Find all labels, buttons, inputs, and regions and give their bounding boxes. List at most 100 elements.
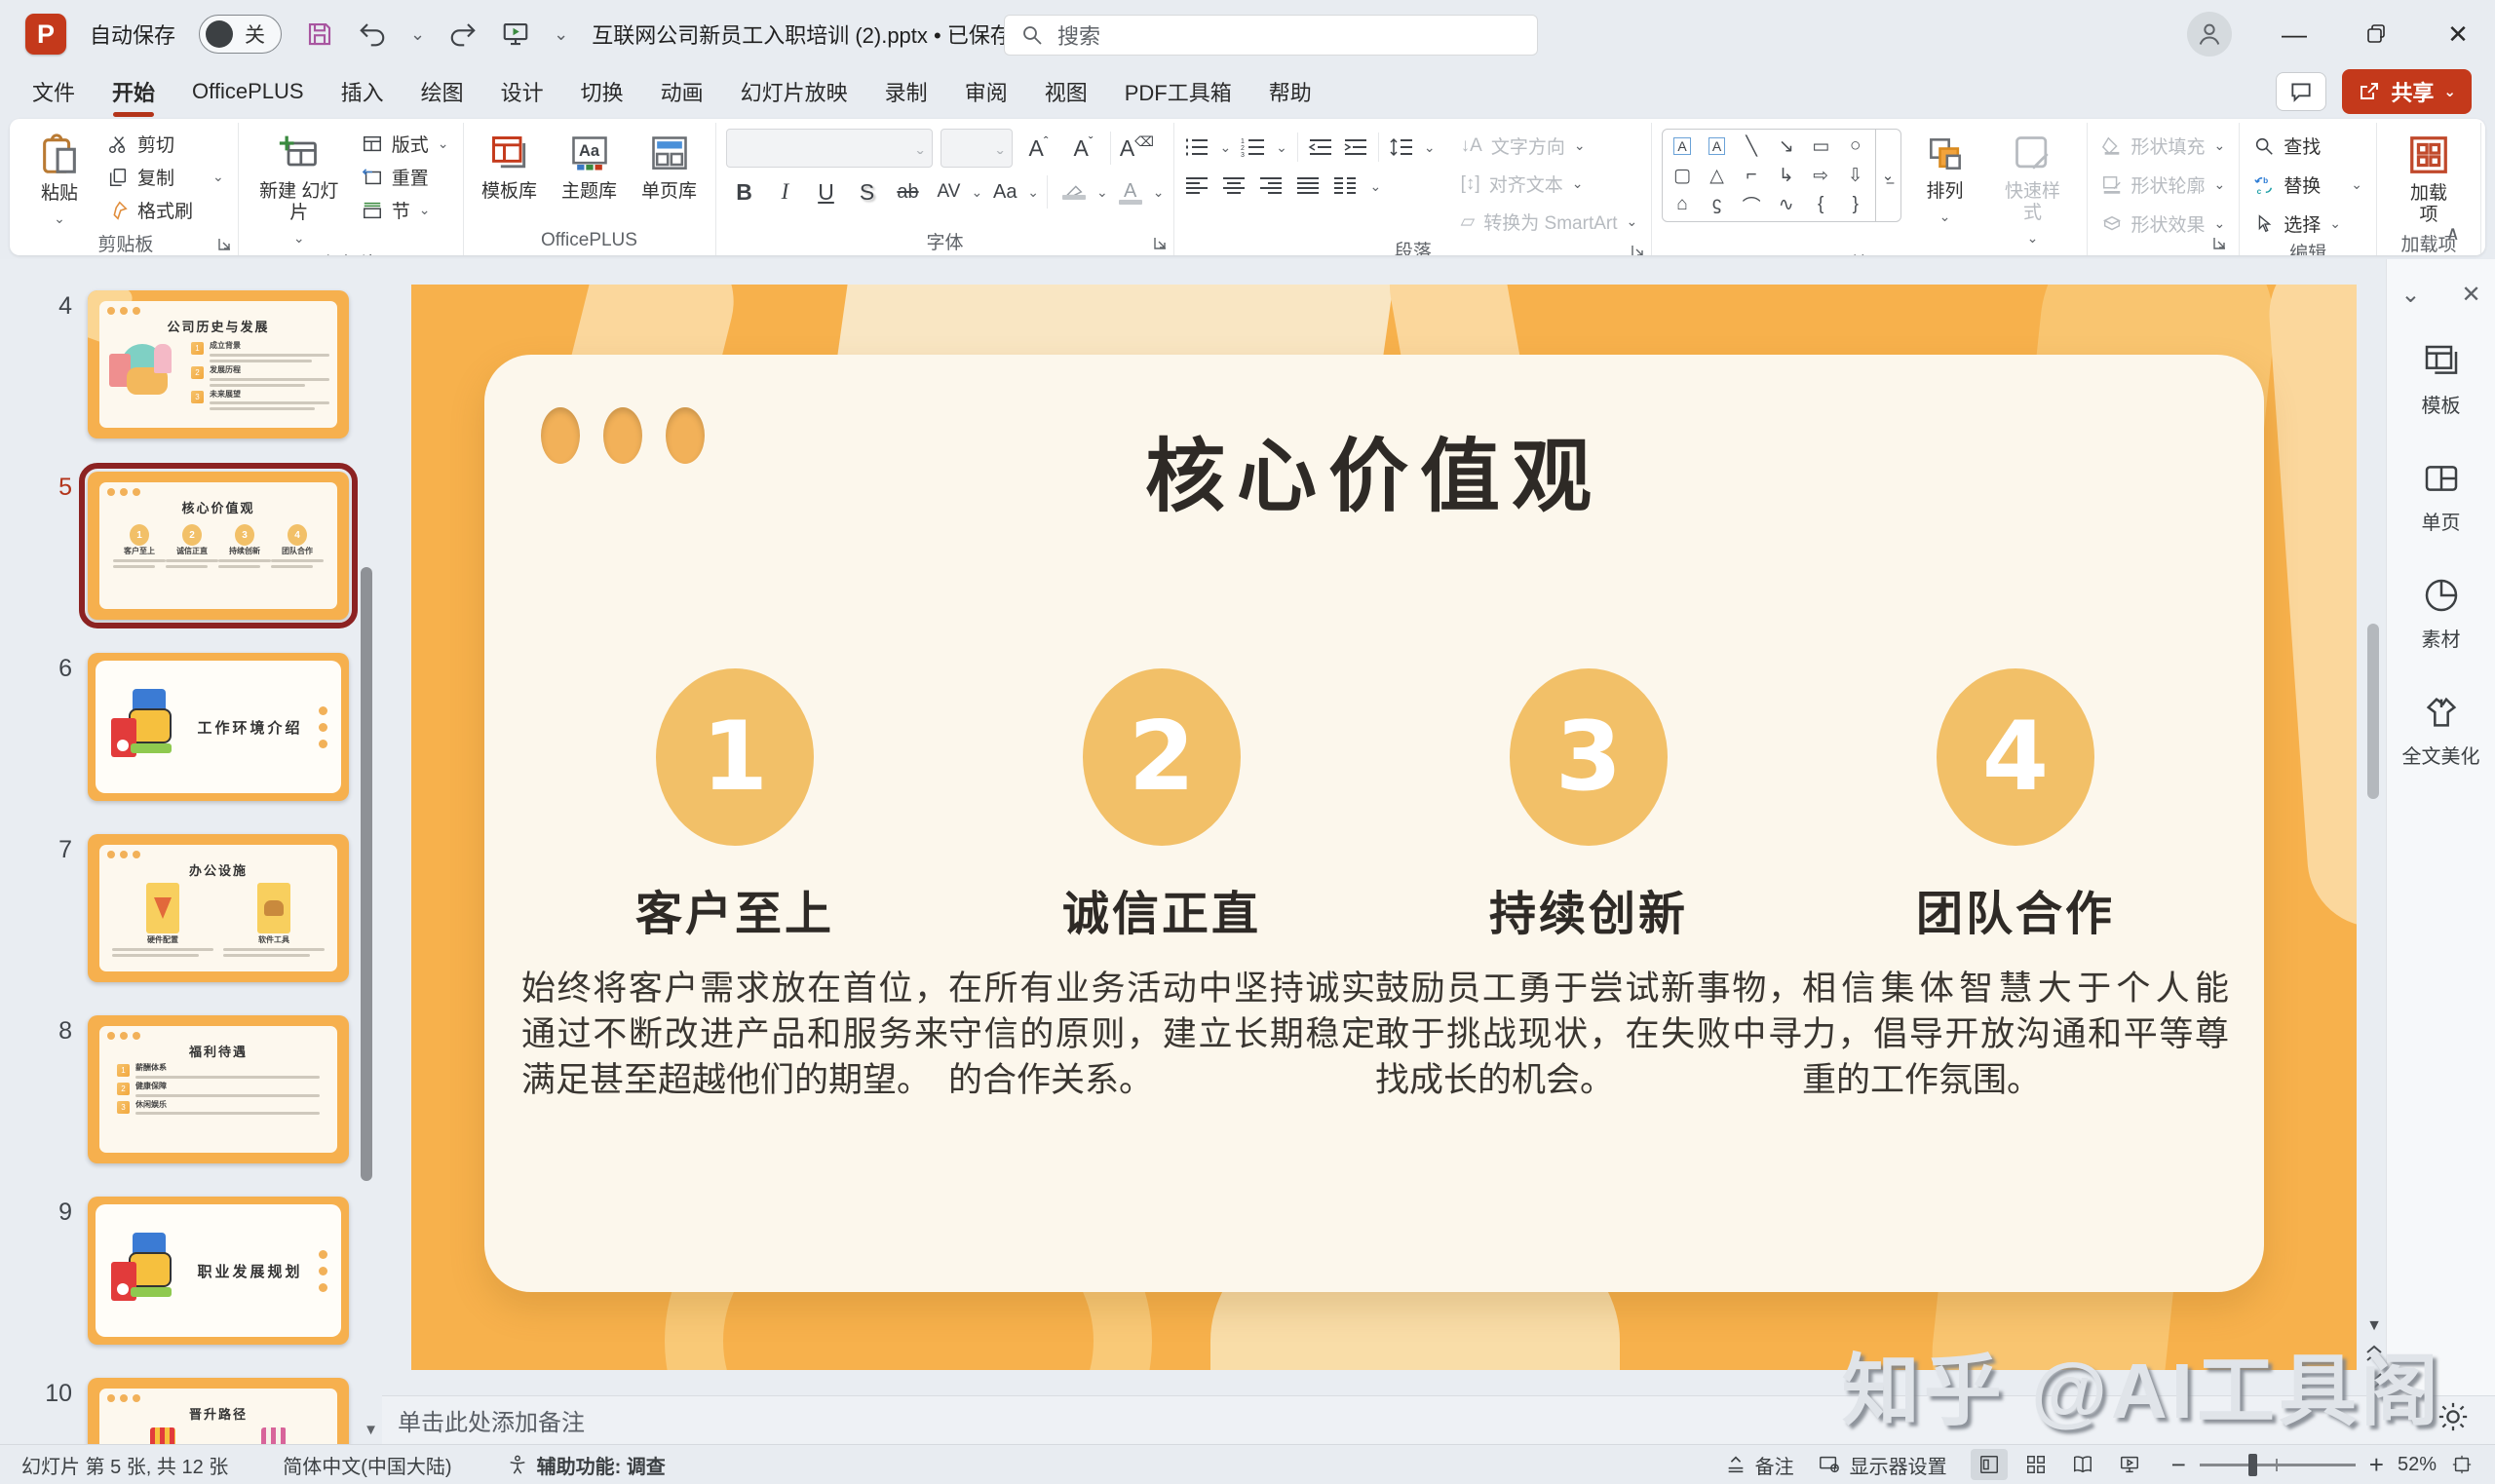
thumbnail-row-4[interactable]: 4 公司历史与发展 (37, 290, 382, 438)
triangle-shape-icon[interactable]: △ (1709, 165, 1724, 187)
tab-draw[interactable]: 绘图 (403, 70, 482, 113)
format-shape-dialog-launcher-icon[interactable] (2212, 236, 2227, 250)
shape-gallery[interactable]: A A ╲ ↘ ▭ ○ ▢ △ ⌐ ↳ ⇨ ⇩ ⌂ ϛ ⌒ (1662, 129, 1900, 222)
collapse-ribbon-icon[interactable]: ∧ (2445, 221, 2460, 246)
restore-button[interactable] (2357, 22, 2396, 46)
bullets-button[interactable] (1184, 136, 1209, 158)
slide-9-thumbnail[interactable]: 职业发展规划 (88, 1197, 349, 1345)
shape-outline-button[interactable]: 形状轮廓⌄ (2097, 170, 2230, 200)
close-button[interactable]: ✕ (2438, 19, 2477, 50)
select-button[interactable]: 选择⌄ (2249, 209, 2366, 239)
sidebar-item-beautify[interactable]: 全文美化 (2402, 693, 2480, 769)
share-button[interactable]: 共享 ⌄ (2342, 69, 2472, 114)
sidebar-collapse-icon[interactable]: ⌄ (2400, 281, 2420, 309)
tab-file[interactable]: 文件 (14, 70, 94, 113)
zoom-in-button[interactable]: + (2369, 1450, 2384, 1480)
layout-button[interactable]: 版式⌄ (358, 129, 453, 159)
align-left-button[interactable] (1184, 175, 1209, 197)
value-column-3[interactable]: 3 持续创新 鼓励员工勇于尝试新事物，敢于挑战现状，在失败中寻找成长的机会。 (1375, 668, 1802, 1104)
slide-sorter-view-button[interactable] (2017, 1449, 2054, 1480)
shape-gallery-more-icon[interactable]: ⌄̲ (1875, 130, 1900, 221)
scribble-shape-icon[interactable]: ϛ (1712, 194, 1722, 215)
align-text-button[interactable]: [↕]对齐文本⌄ (1457, 169, 1642, 199)
comments-button[interactable] (2276, 72, 2326, 111)
elbow-arrow-connector-icon[interactable]: ↳ (1779, 165, 1794, 187)
sidebar-item-assets[interactable]: 素材 (2422, 576, 2461, 652)
smartart-button[interactable]: ▱转换为 SmartArt⌄ (1457, 207, 1642, 237)
save-icon[interactable] (305, 19, 334, 49)
tab-slideshow[interactable]: 幻灯片放映 (722, 70, 866, 113)
right-brace-shape-icon[interactable]: } (1853, 194, 1859, 215)
thumbnail-scrollbar[interactable] (359, 259, 374, 1444)
sidebar-item-single-page[interactable]: 单页 (2422, 459, 2461, 535)
thumbnail-row-7[interactable]: 7 办公设施 硬件配置 软件工具 (37, 834, 382, 982)
tab-insert[interactable]: 插入 (323, 70, 403, 113)
cut-button[interactable]: 剪切 (103, 129, 228, 159)
tab-view[interactable]: 视图 (1026, 70, 1106, 113)
arc-shape-icon[interactable]: ⌒ (1743, 192, 1761, 218)
value-column-1[interactable]: 1 客户至上 始终将客户需求放在首位，通过不断改进产品和服务来满足甚至超越他们的… (521, 668, 948, 1104)
text-direction-button[interactable]: ↓A文字方向⌄ (1457, 131, 1642, 161)
align-right-button[interactable] (1258, 175, 1284, 197)
arrow-shape-icon[interactable]: ↘ (1779, 135, 1794, 158)
powerpoint-logo-icon[interactable]: P (25, 14, 66, 55)
rectangle-shape-icon[interactable]: ▭ (1812, 135, 1829, 158)
paste-button[interactable]: 粘贴 ⌄ (23, 129, 96, 230)
clear-formatting-button[interactable]: A⌫ (1119, 130, 1156, 167)
undo-dropdown-icon[interactable]: ⌄ (410, 24, 425, 45)
shape-fill-button[interactable]: 形状填充⌄ (2097, 131, 2230, 161)
thumbnail-scrollbar-thumb[interactable] (361, 567, 372, 1181)
canvas-scrollbar-thumb[interactable] (2367, 624, 2379, 799)
clipboard-dialog-launcher-icon[interactable] (217, 237, 232, 251)
zoom-level[interactable]: 52% (2398, 1454, 2437, 1476)
canvas-scrollbar[interactable] (2364, 263, 2382, 1298)
slide-canvas[interactable]: 核心价值观 1 客户至上 始终将客户需求放在首位，通过不断改进产品和服务来满足甚… (382, 259, 2386, 1444)
find-button[interactable]: 查找 (2249, 131, 2366, 161)
format-painter-button[interactable]: 格式刷 (103, 195, 228, 225)
italic-button[interactable]: I (767, 173, 804, 210)
slide-7-thumbnail[interactable]: 办公设施 硬件配置 软件工具 (88, 834, 349, 982)
thumbnail-row-9[interactable]: 9 职业发展规划 (37, 1197, 382, 1345)
left-brace-shape-icon[interactable]: { (1818, 194, 1823, 215)
character-spacing-button[interactable]: AV (931, 173, 968, 210)
thumbnail-row-5[interactable]: 5 核心价值观 1客户至上 2诚信正直 3持续创新 4团队合作 (37, 472, 382, 620)
language-indicator[interactable]: 简体中文(中国大陆) (283, 1451, 451, 1479)
strikethrough-button[interactable]: ab (890, 173, 927, 210)
shrink-font-button[interactable]: Aˇ (1065, 130, 1102, 167)
new-slide-button[interactable]: 新建 幻灯片 ⌄ (249, 129, 350, 249)
display-settings-button[interactable]: 显示器设置 (1818, 1451, 1947, 1479)
zoom-slider[interactable] (2200, 1464, 2356, 1466)
slide-6-thumbnail[interactable]: 工作环境介绍 (88, 653, 349, 801)
addins-button[interactable]: 加载项 (2387, 129, 2471, 230)
tab-design[interactable]: 设计 (482, 70, 562, 113)
slide-10-thumbnail[interactable]: 晋升路径 (88, 1378, 349, 1444)
line-shape-icon[interactable]: ╲ (1746, 135, 1756, 158)
curve-shape-icon[interactable]: ∿ (1779, 194, 1794, 216)
tab-officeplus[interactable]: OfficePLUS (173, 73, 323, 110)
fit-to-window-button[interactable] (2450, 1454, 2474, 1475)
slideshow-view-button[interactable] (2111, 1449, 2148, 1480)
thumbnail-row-10[interactable]: 10 晋升路径 (37, 1378, 382, 1444)
highlight-color-button[interactable] (1056, 173, 1093, 210)
tab-review[interactable]: 审阅 (946, 70, 1026, 113)
justify-button[interactable] (1295, 175, 1321, 197)
freeform-shape-icon[interactable]: ⌂ (1676, 194, 1687, 215)
text-box-icon[interactable]: A (1673, 137, 1690, 155)
slide-editing-surface[interactable]: 核心价值观 1 客户至上 始终将客户需求放在首位，通过不断改进产品和服务来满足甚… (411, 285, 2357, 1370)
reset-button[interactable]: 重置 (358, 162, 453, 192)
thumbnail-row-6[interactable]: 6 工作环境介绍 (37, 653, 382, 801)
font-color-button[interactable]: A (1112, 173, 1149, 210)
decrease-indent-button[interactable] (1308, 136, 1333, 158)
slide-title[interactable]: 核心价值观 (484, 411, 2264, 527)
template-library-button[interactable]: 模板库 (474, 129, 546, 207)
grow-font-button[interactable]: Aˆ (1020, 130, 1057, 167)
font-size-combo[interactable] (940, 129, 1013, 168)
sidebar-close-icon[interactable]: ✕ (2462, 281, 2481, 309)
normal-view-button[interactable] (1971, 1449, 2008, 1480)
right-arrow-shape-icon[interactable]: ⇨ (1813, 165, 1828, 187)
slide-5-thumbnail-selected[interactable]: 核心价值观 1客户至上 2诚信正直 3持续创新 4团队合作 (88, 472, 349, 620)
oval-shape-icon[interactable]: ○ (1850, 135, 1861, 157)
vertical-text-box-icon[interactable]: A (1708, 137, 1725, 155)
sidebar-item-templates[interactable]: 模板 (2422, 342, 2461, 418)
numbering-button[interactable]: 123 (1241, 136, 1266, 158)
